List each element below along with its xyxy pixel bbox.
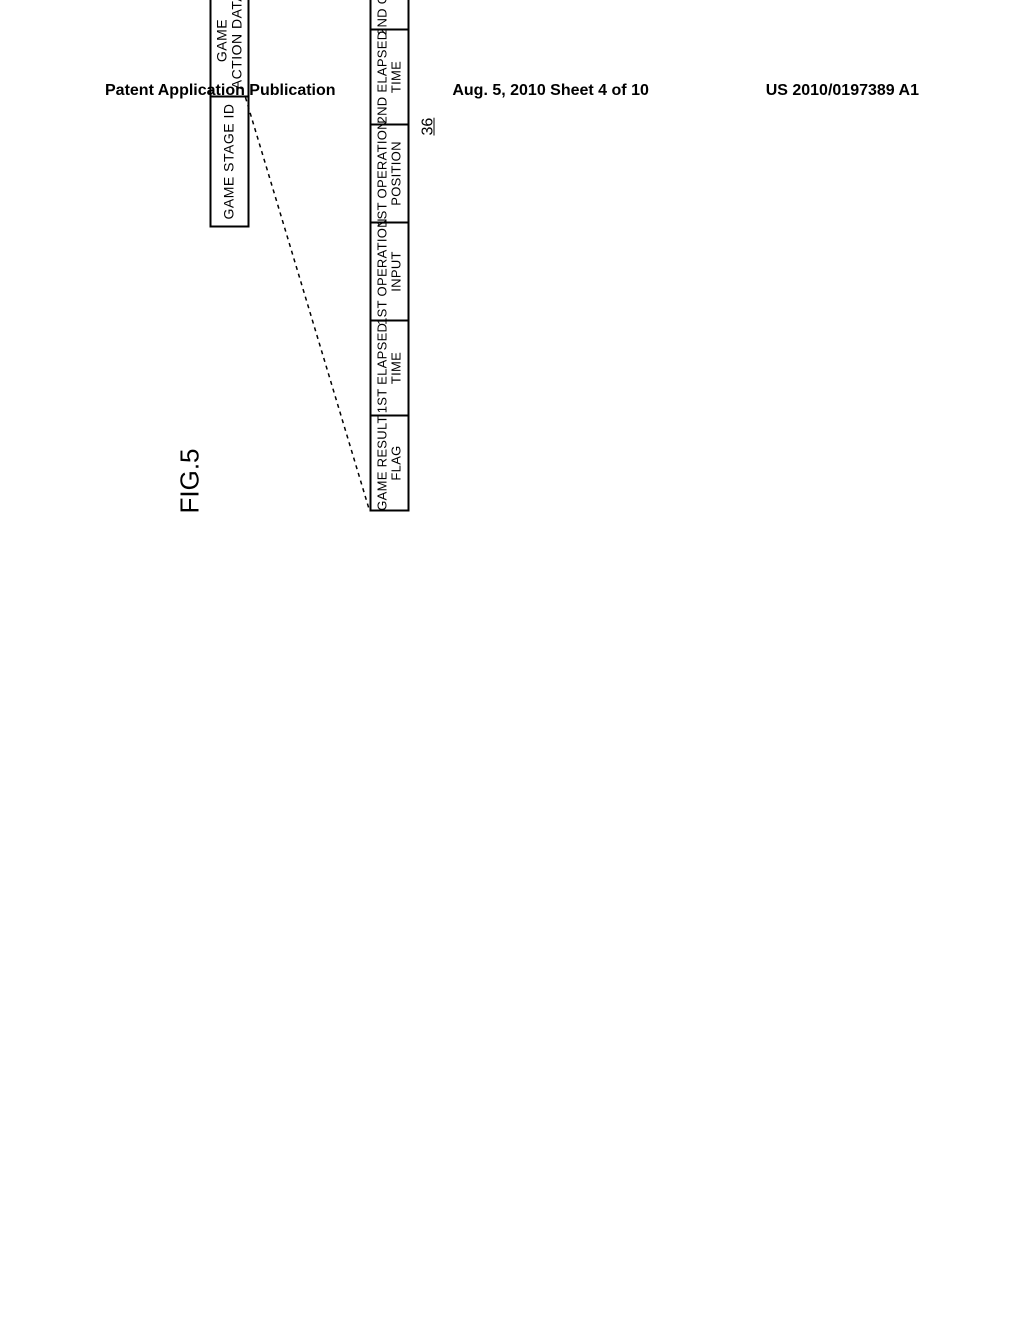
header-center: Aug. 5, 2010 Sheet 4 of 10 [452,82,649,100]
cell-1st-operation-input: 1ST OPERATIONINPUT [372,222,408,320]
cell-2nd-elapsed-time: 2ND ELAPSEDTIME [372,29,408,124]
cell-game-result-flag: GAME RESULTFLAG [372,415,408,510]
bottom-table: GAME RESULTFLAG 1ST ELAPSEDTIME 1ST OPER… [370,0,410,512]
reference-number: 36 [420,118,438,136]
cell-2nd-operation-input: 2ND OPERATIONINPUT [372,0,408,29]
figure-content: FIG.5 GAME STAGE ID GAMEACTION DATA GAME… [510,505,511,506]
cell-1st-operation-position: 1ST OPERATIONPOSITION [372,124,408,222]
figure-label: FIG.5 [175,448,206,513]
cell-1st-elapsed-time: 1ST ELAPSEDTIME [372,320,408,415]
page-header: Patent Application Publication Aug. 5, 2… [0,82,1024,100]
header-right: US 2010/0197389 A1 [766,82,919,100]
